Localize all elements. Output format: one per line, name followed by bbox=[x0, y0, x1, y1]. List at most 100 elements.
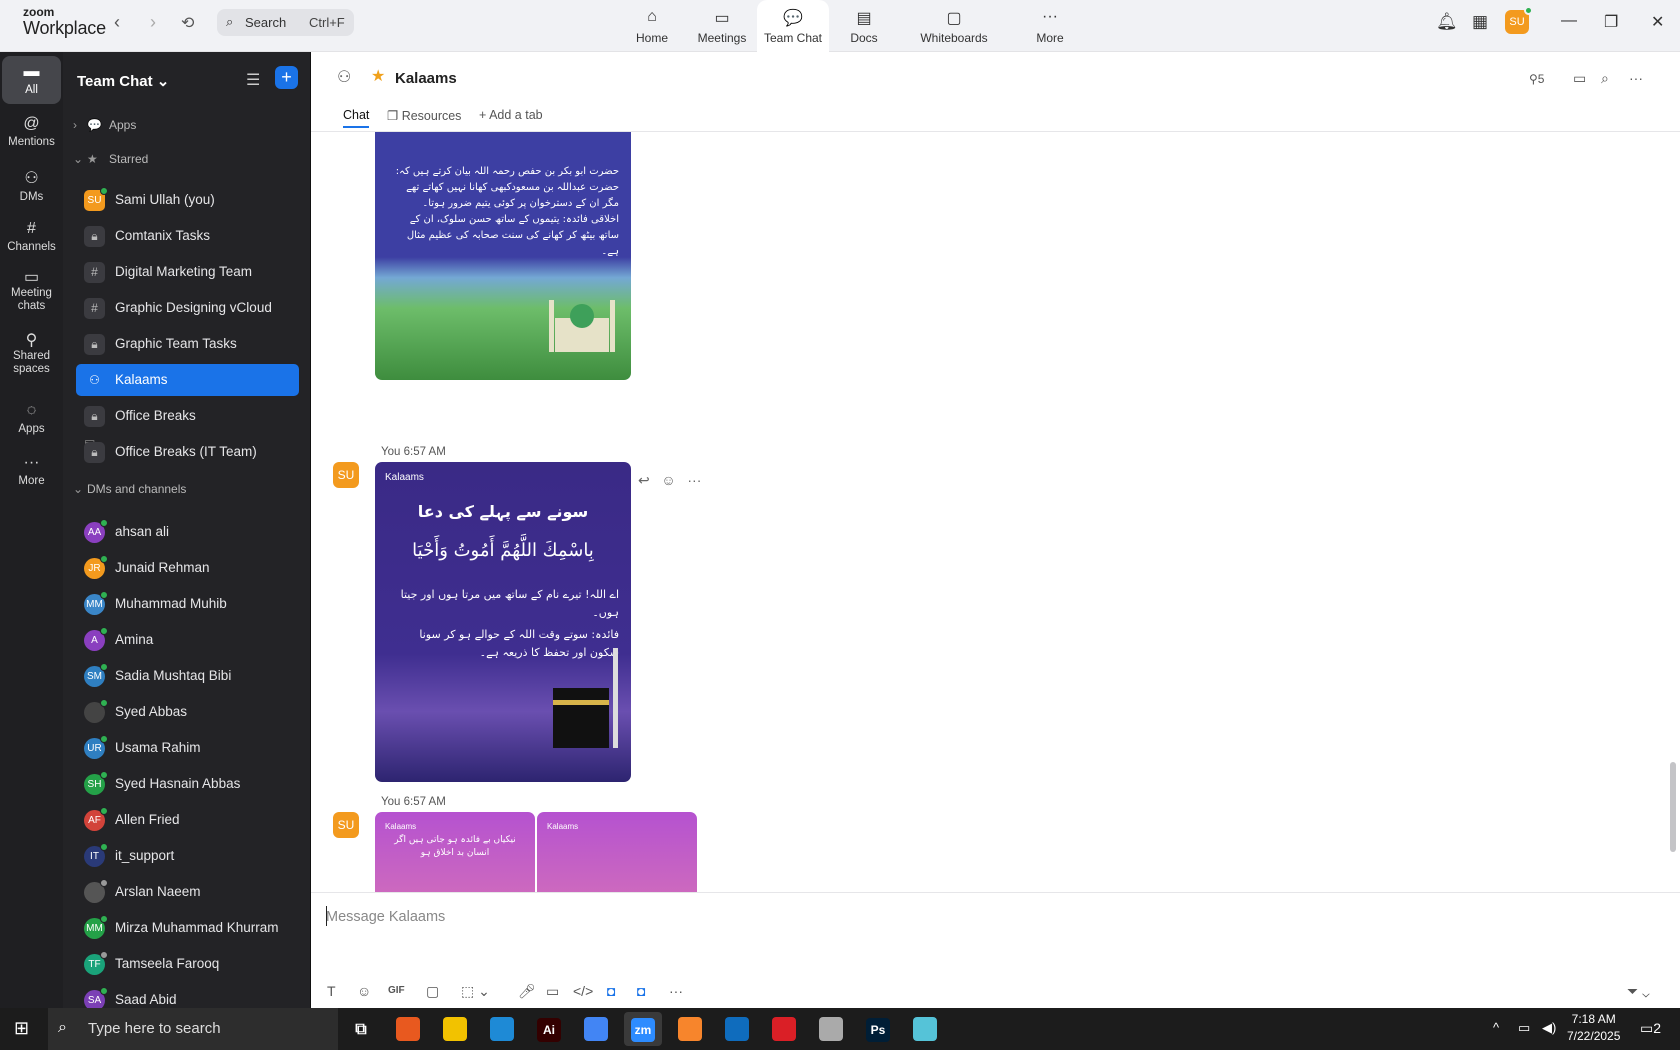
taskbar-app[interactable] bbox=[906, 1012, 944, 1046]
message-image[interactable]: حضرت ابو بکر بن حفص رحمہ اللہ بیان کرتے … bbox=[375, 132, 631, 380]
tab-team-chat[interactable]: 💬 Team Chat bbox=[757, 0, 829, 52]
tab-chat[interactable]: Chat bbox=[343, 108, 370, 128]
taskbar-app[interactable] bbox=[765, 1012, 803, 1046]
back-icon[interactable]: ‹ bbox=[114, 12, 120, 33]
taskbar-clock[interactable]: 7:18 AM 7/22/2025 bbox=[1567, 1011, 1620, 1045]
star-icon[interactable]: ★ bbox=[371, 66, 385, 86]
more-dots-icon[interactable]: ··· bbox=[687, 472, 701, 488]
taskbar-app[interactable]: Ps bbox=[859, 1012, 897, 1046]
taskbar-search[interactable]: ⌕ Type here to search bbox=[48, 1008, 338, 1050]
dm-item[interactable]: AF Allen Fried bbox=[76, 804, 299, 836]
section-dms-and-channels[interactable]: ⌄ DMs and channels bbox=[73, 482, 186, 496]
close-icon[interactable]: ✕ bbox=[1651, 12, 1664, 32]
search-icon[interactable]: ⌕ bbox=[1601, 70, 1609, 87]
dm-item[interactable]: SH Syed Hasnain Abbas bbox=[76, 768, 299, 800]
message-image[interactable]: Kalaams سونے سے پہلے کی دعا بِاسْمِكَ ال… bbox=[375, 462, 631, 782]
dm-item[interactable]: A Amina bbox=[76, 624, 299, 656]
message-image[interactable]: Kalaams نیکیاں بے فائدہ ہو جاتی ہیں اگر … bbox=[375, 812, 535, 892]
taskbar-app[interactable] bbox=[812, 1012, 850, 1046]
dm-item[interactable]: Syed Abbas bbox=[76, 696, 299, 728]
taskbar-app[interactable] bbox=[483, 1012, 521, 1046]
sidebar-item[interactable]: 🔒︎ Office Breaks bbox=[76, 400, 299, 432]
dm-item[interactable]: SM Sadia Mushtaq Bibi bbox=[76, 660, 299, 692]
message-input[interactable]: Message Kalaams bbox=[326, 909, 445, 925]
rail-more[interactable]: ··· More bbox=[2, 454, 61, 487]
notifications-button[interactable]: ▭2 bbox=[1640, 1020, 1661, 1037]
taskbar-app[interactable] bbox=[389, 1012, 427, 1046]
sidebar-item[interactable]: SU Sami Ullah (you) bbox=[76, 184, 299, 216]
send-options-icon[interactable]: ⏷ ⌄ bbox=[1627, 983, 1650, 1000]
user-avatar[interactable]: SU bbox=[1505, 6, 1533, 34]
sidebar-item[interactable]: # Digital Marketing Team bbox=[76, 256, 299, 288]
tab-more[interactable]: ··· More bbox=[1020, 0, 1080, 52]
tab-home[interactable]: ⌂ Home bbox=[620, 0, 684, 52]
taskbar-app[interactable] bbox=[671, 1012, 709, 1046]
history-icon[interactable]: ⟲ bbox=[181, 13, 194, 33]
scrollbar[interactable] bbox=[1670, 762, 1676, 852]
app-icon[interactable]: ◘ bbox=[607, 983, 615, 999]
microphone-icon[interactable]: 🎤︎ bbox=[518, 983, 536, 1000]
emoji-icon[interactable]: ☺ bbox=[357, 983, 371, 999]
add-tab-button[interactable]: + Add a tab bbox=[479, 108, 543, 122]
taskbar-app[interactable] bbox=[436, 1012, 474, 1046]
rail-apps[interactable]: ◌ Apps bbox=[2, 402, 61, 435]
sidebar-item[interactable]: 🔒︎ Graphic Team Tasks bbox=[76, 328, 299, 360]
search-input[interactable]: ⌕ Search Ctrl+F bbox=[217, 9, 354, 36]
members-button[interactable]: ⚲5 bbox=[1529, 72, 1544, 86]
dm-item[interactable]: AA ahsan ali bbox=[76, 516, 299, 548]
forward-icon[interactable]: › bbox=[150, 12, 156, 33]
windows-start-icon[interactable]: ⊞ bbox=[14, 1018, 29, 1039]
sidebar-item[interactable]: 🔒︎ Comtanix Tasks bbox=[76, 220, 299, 252]
sidebar-item[interactable]: # Graphic Designing vCloud bbox=[76, 292, 299, 324]
tab-meetings[interactable]: ▭ Meetings bbox=[686, 0, 758, 52]
network-icon[interactable]: ▭ bbox=[1518, 1020, 1530, 1036]
new-chat-button[interactable]: + bbox=[275, 66, 298, 89]
taskbar-app[interactable] bbox=[718, 1012, 756, 1046]
more-dots-icon[interactable]: ··· bbox=[669, 983, 683, 999]
sidebar-item[interactable]: 🔒︎Office Breaks (IT Team)▤ bbox=[76, 436, 299, 468]
tab-docs[interactable]: ▤ Docs bbox=[834, 0, 894, 52]
video-message-icon[interactable]: ▭ bbox=[546, 983, 559, 1000]
gif-button[interactable]: GIF bbox=[388, 985, 405, 996]
message-list[interactable]: حضرت ابو بکر بن حفص رحمہ اللہ بیان کرتے … bbox=[311, 132, 1680, 892]
section-starred[interactable]: ⌄ ★ Starred bbox=[73, 152, 148, 166]
volume-icon[interactable]: ◀) bbox=[1542, 1020, 1556, 1036]
rail-all[interactable]: ▬ All bbox=[2, 56, 61, 104]
tab-resources[interactable]: ❐ Resources bbox=[387, 108, 461, 123]
sidebar-title[interactable]: Team Chat ⌄ bbox=[77, 72, 169, 90]
chevron-up-icon[interactable]: ^ bbox=[1493, 1020, 1499, 1035]
dm-item[interactable]: IT it_support bbox=[76, 840, 299, 872]
text-format-icon[interactable]: T bbox=[327, 983, 336, 999]
sender-avatar[interactable]: SU bbox=[333, 462, 359, 488]
dm-item[interactable]: MM Muhammad Muhib bbox=[76, 588, 299, 620]
video-camera-icon[interactable]: ▭ bbox=[1573, 70, 1586, 87]
bell-icon[interactable]: 🔔︎ bbox=[1436, 12, 1458, 32]
rail-mentions[interactable]: @ Mentions bbox=[2, 115, 61, 148]
rail-dms[interactable]: ⚇ DMs bbox=[2, 168, 61, 203]
more-dots-icon[interactable]: ··· bbox=[1629, 70, 1643, 86]
tab-whiteboards[interactable]: ▢ Whiteboards bbox=[914, 0, 994, 52]
sender-avatar[interactable]: SU bbox=[333, 812, 359, 838]
message-composer[interactable]: Message Kalaams T ☺ GIF ▢ ⬚ ⌄ 🎤︎ ▭ </> ◘… bbox=[311, 892, 1680, 1008]
rail-shared-spaces[interactable]: ⚲ Shared spaces bbox=[2, 333, 61, 376]
calendar-icon[interactable]: ▦ bbox=[1472, 12, 1488, 32]
restore-icon[interactable]: ❐ bbox=[1604, 12, 1618, 32]
taskbar-app[interactable]: Ai bbox=[530, 1012, 568, 1046]
taskbar-app[interactable]: ⧉ bbox=[342, 1012, 380, 1046]
message-image[interactable]: Kalaams bbox=[537, 812, 697, 892]
code-snippet-icon[interactable]: </> bbox=[573, 983, 593, 999]
dm-item[interactable]: Arslan Naeem bbox=[76, 876, 299, 908]
dm-item[interactable]: JR Junaid Rehman bbox=[76, 552, 299, 584]
rail-meeting-chats[interactable]: ▭ Meeting chats bbox=[2, 270, 61, 313]
dm-item[interactable]: TF Tamseela Farooq bbox=[76, 948, 299, 980]
reply-icon[interactable]: ↩ bbox=[638, 472, 650, 488]
dm-item[interactable]: UR Usama Rahim bbox=[76, 732, 299, 764]
file-icon[interactable]: ▢ bbox=[426, 983, 439, 1000]
taskbar-app[interactable] bbox=[577, 1012, 615, 1046]
filter-icon[interactable]: ☰ bbox=[246, 70, 260, 90]
sidebar-item[interactable]: ⚇ Kalaams bbox=[76, 364, 299, 396]
rail-channels[interactable]: # Channels bbox=[2, 220, 61, 253]
minimize-icon[interactable]: — bbox=[1561, 12, 1577, 30]
emoji-reaction-icon[interactable]: ☺ bbox=[661, 472, 675, 488]
section-apps[interactable]: › 💬 Apps bbox=[73, 118, 136, 132]
